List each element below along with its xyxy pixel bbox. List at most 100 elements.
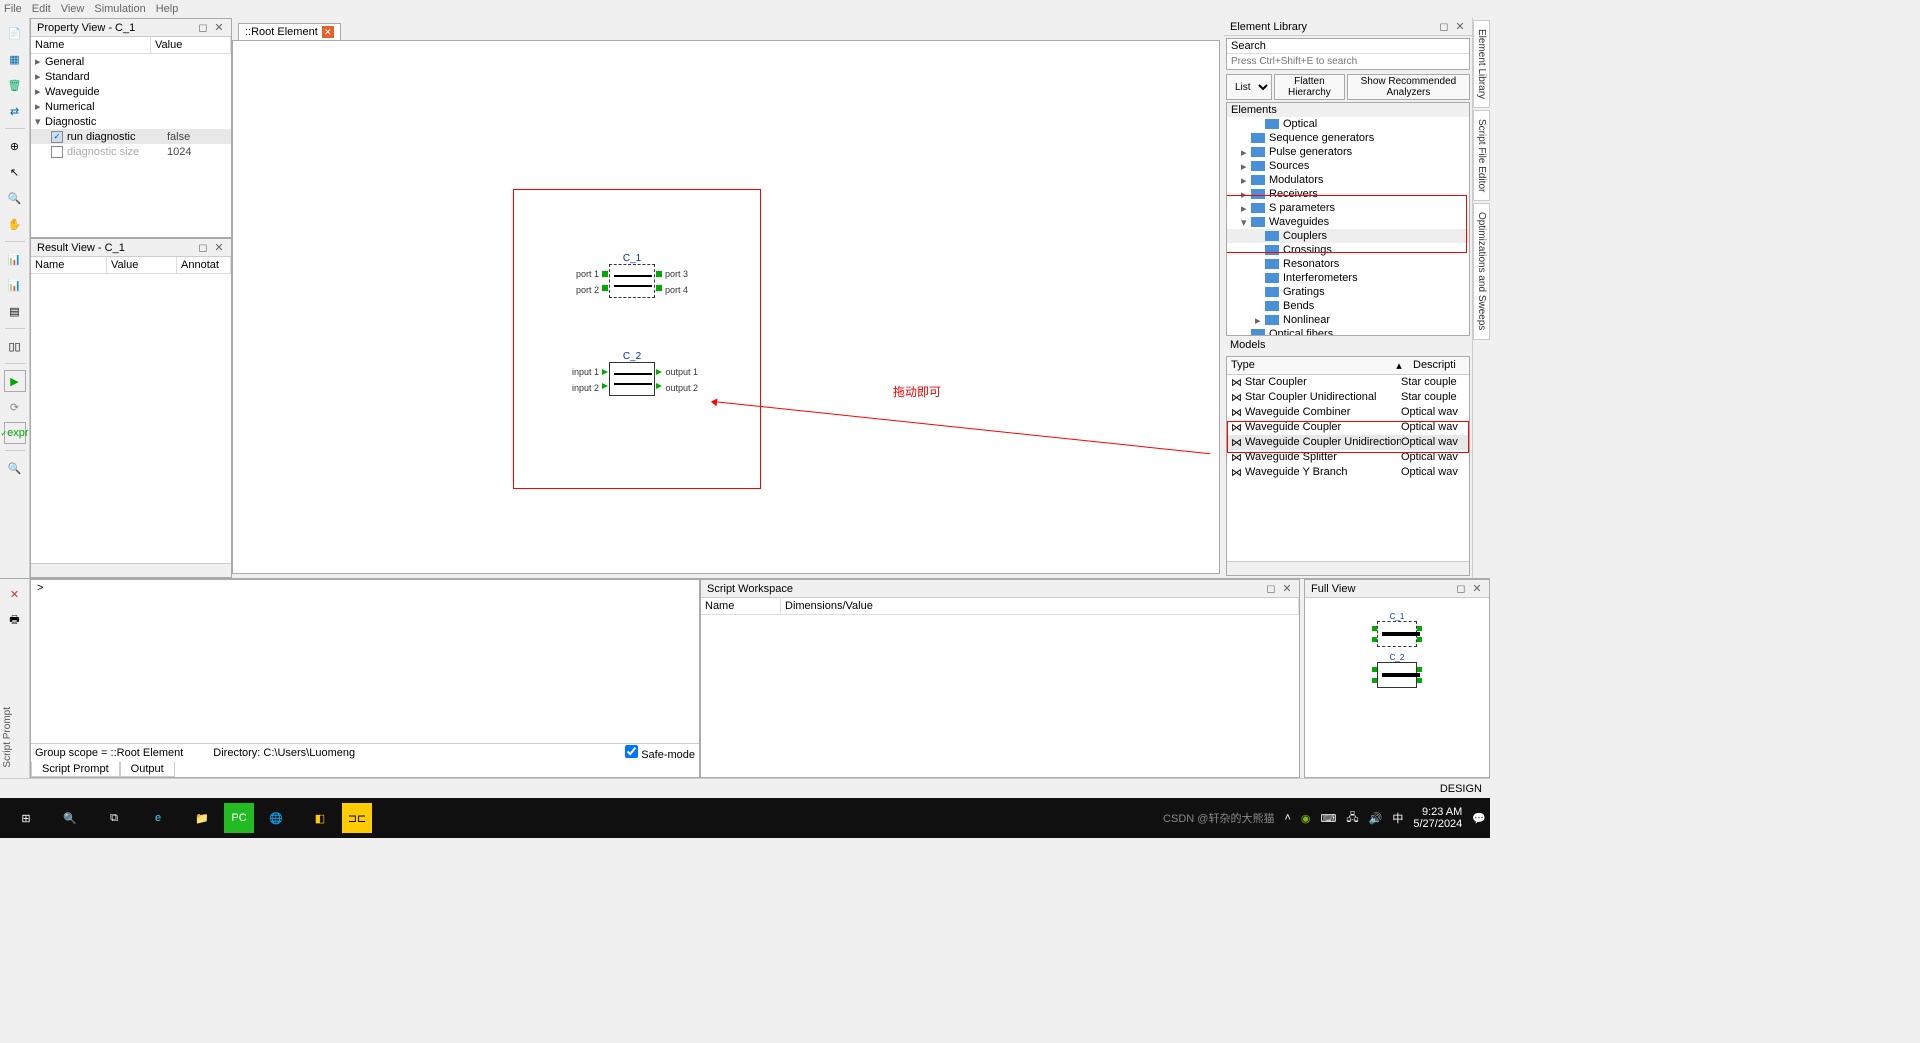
explorer-icon[interactable]: 📁 (180, 800, 224, 836)
tool-wand-icon[interactable]: 🔍 (4, 457, 26, 479)
undock-icon[interactable]: ◻ (197, 241, 209, 254)
tree-item[interactable]: ▸Modulators (1227, 173, 1469, 187)
side-tab-element-library[interactable]: Element Library (1473, 20, 1490, 108)
notifications-icon[interactable]: 💬 (1472, 812, 1486, 825)
tool-grid-icon[interactable]: ▤ (4, 300, 26, 322)
models-panel: Type ▴ Descripti ⋈Star CouplerStar coupl… (1226, 356, 1470, 576)
checkbox-icon[interactable] (51, 146, 63, 158)
tree-item[interactable]: ▸Pulse generators (1227, 145, 1469, 159)
tray-keyboard-icon[interactable]: ⌨ (1321, 812, 1337, 825)
tree-item[interactable]: Optical fibers (1227, 327, 1469, 335)
flatten-button[interactable]: Flatten Hierarchy (1274, 74, 1345, 100)
tree-item[interactable]: Sequence generators (1227, 131, 1469, 145)
directory: Directory: C:\Users\Luomeng (213, 747, 355, 759)
tool-chart2-icon[interactable]: 📊 (4, 274, 26, 296)
models-col-type[interactable]: Type (1227, 357, 1389, 374)
tree-item[interactable]: Bends (1227, 299, 1469, 313)
side-tab-script-editor[interactable]: Script File Editor (1473, 110, 1490, 201)
tab-script-prompt[interactable]: Script Prompt (31, 762, 120, 777)
script-prompt-input[interactable]: > (31, 580, 699, 743)
property-tree[interactable]: ▸General ▸Standard ▸Waveguide ▸Numerical… (31, 54, 231, 237)
models-col-desc[interactable]: Descripti (1409, 357, 1469, 374)
menu-edit[interactable]: Edit (32, 3, 51, 15)
menu-view[interactable]: View (61, 3, 85, 15)
tool-bars-icon[interactable]: ▯▯ (4, 335, 26, 357)
model-row[interactable]: ⋈Star Coupler UnidirectionalStar couple (1227, 390, 1469, 405)
res-col-annotate[interactable]: Annotat (177, 257, 231, 273)
tool-refresh-icon[interactable]: ⟳ (4, 396, 26, 418)
tree-item[interactable]: ▸Nonlinear (1227, 313, 1469, 327)
taskbar-date[interactable]: 5/27/2024 (1413, 818, 1462, 830)
undock-icon[interactable]: ◻ (1438, 20, 1450, 33)
checkbox-icon[interactable]: ✓ (51, 131, 63, 143)
tray-chevron-icon[interactable]: ˄ (1284, 812, 1290, 824)
print-icon[interactable]: 🖶 (4, 609, 26, 631)
tab-close-icon[interactable]: ✕ (322, 26, 334, 38)
menu-help[interactable]: Help (156, 3, 179, 15)
task-view-icon[interactable]: ⧉ (92, 800, 136, 836)
tool-new-icon[interactable]: 📄 (4, 22, 26, 44)
model-row[interactable]: ⋈Waveguide Y BranchOptical wav (1227, 465, 1469, 480)
menu-simulation[interactable]: Simulation (94, 3, 145, 15)
scrollbar-h[interactable] (1227, 561, 1469, 575)
canvas-element-c2[interactable]: C_2 input 1 input 2 output 1 output 2 (609, 351, 655, 396)
search-input[interactable] (1227, 53, 1469, 69)
undock-icon[interactable]: ◻ (197, 21, 209, 34)
tray-network-icon[interactable]: 🖧 (1346, 809, 1358, 828)
tool-pan-icon[interactable]: ✋ (4, 213, 26, 235)
start-button[interactable]: ⊞ (4, 800, 48, 836)
view-mode-select[interactable]: List (1226, 74, 1272, 100)
taskbar-time[interactable]: 9:23 AM (1413, 806, 1462, 818)
tray-volume-icon[interactable]: 🔊 (1369, 812, 1383, 825)
close-icon[interactable]: ✕ (1454, 20, 1466, 33)
tray-nvidia-icon[interactable]: ◉ (1301, 812, 1311, 825)
edge-icon[interactable]: e (136, 800, 180, 836)
prop-col-value[interactable]: Value (151, 37, 231, 53)
tree-item[interactable]: ▸Sources (1227, 159, 1469, 173)
model-row[interactable]: ⋈Waveguide CombinerOptical wav (1227, 405, 1469, 420)
tree-item[interactable]: Optical (1227, 117, 1469, 131)
close-icon[interactable]: ✕ (213, 241, 225, 254)
design-canvas[interactable]: C_1 port 1 port 2 port 3 port 4 C_2 (232, 40, 1220, 574)
menu-file[interactable]: File (4, 3, 22, 15)
side-tab-optimizations[interactable]: Optimizations and Sweeps (1473, 203, 1490, 339)
prop-diagnostic-size[interactable]: diagnostic size 1024 (31, 144, 231, 159)
recommend-button[interactable]: Show Recommended Analyzers (1347, 74, 1470, 100)
tool-zoom-icon[interactable]: 🔍 (4, 187, 26, 209)
close-icon[interactable]: ✕ (213, 21, 225, 34)
tab-root-element[interactable]: ::Root Element ✕ (238, 23, 341, 40)
tool-target-icon[interactable]: ⊕ (4, 135, 26, 157)
windows-taskbar: ⊞ 🔍 ⧉ e 📁 PC 🌐 ◧ ⊐⊏ CSDN @轩杂的大熊猫 ˄ ◉ ⌨ 🖧… (0, 798, 1490, 838)
canvas-element-c1[interactable]: C_1 port 1 port 2 port 3 port 4 (609, 253, 655, 298)
tool-run-icon[interactable]: ▶ (4, 370, 26, 392)
tool-expr-icon[interactable]: ✓expr (4, 422, 26, 444)
tool-layers-icon[interactable]: ▦ (4, 48, 26, 70)
close-icon[interactable]: ✕ (1281, 582, 1293, 595)
lumerical-icon[interactable]: ⊐⊏ (342, 803, 372, 833)
tool-chart1-icon[interactable]: 📊 (4, 248, 26, 270)
chrome-icon[interactable]: 🌐 (254, 800, 298, 836)
prop-col-name[interactable]: Name (31, 37, 151, 53)
tree-item[interactable]: Interferometers (1227, 271, 1469, 285)
model-row[interactable]: ⋈Star CouplerStar couple (1227, 375, 1469, 390)
close-icon[interactable]: ✕ (1471, 582, 1483, 595)
safe-mode-checkbox[interactable] (625, 745, 638, 758)
res-col-value[interactable]: Value (107, 257, 177, 273)
undock-icon[interactable]: ◻ (1455, 582, 1467, 595)
tool-swap-icon[interactable]: ⇄ (4, 100, 26, 122)
res-col-name[interactable]: Name (31, 257, 107, 273)
search-icon[interactable]: 🔍 (48, 800, 92, 836)
undock-icon[interactable]: ◻ (1265, 582, 1277, 595)
tool-delete-icon[interactable]: 🗑 (4, 74, 26, 96)
tab-output[interactable]: Output (120, 762, 175, 777)
scrollbar-h[interactable] (31, 563, 231, 577)
tree-item[interactable]: Resonators (1227, 257, 1469, 271)
pycharm-icon[interactable]: PC (224, 803, 254, 833)
tree-item[interactable]: Gratings (1227, 285, 1469, 299)
x-icon[interactable]: ✕ (4, 583, 26, 605)
tray-ime-icon[interactable]: 中 (1392, 810, 1403, 826)
sort-icon[interactable]: ▴ (1389, 357, 1409, 374)
app-icon[interactable]: ◧ (298, 800, 342, 836)
prop-run-diagnostic[interactable]: ✓ run diagnostic false (31, 129, 231, 144)
tool-pointer-icon[interactable]: ↖ (4, 161, 26, 183)
